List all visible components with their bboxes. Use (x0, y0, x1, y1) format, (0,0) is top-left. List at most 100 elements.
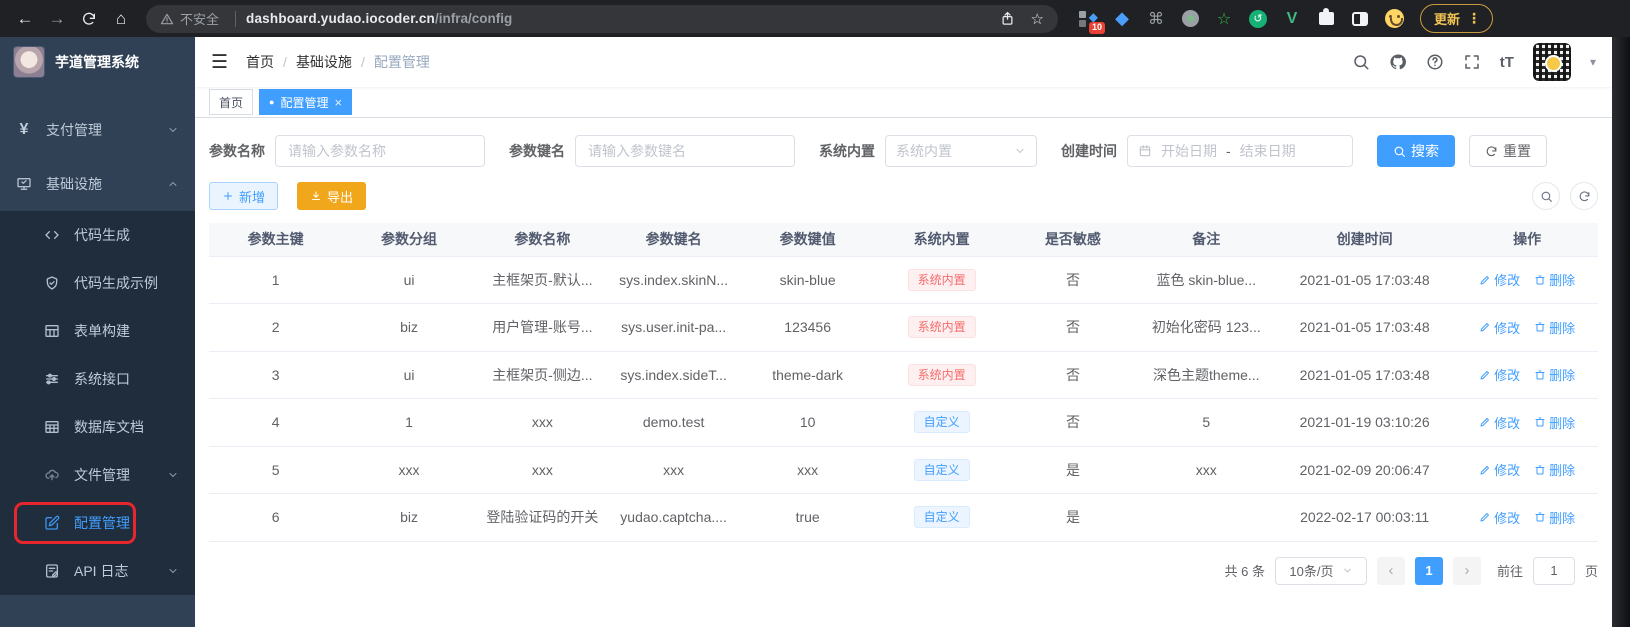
export-button[interactable]: 导出 (297, 182, 367, 210)
security-label[interactable]: 不安全 (180, 9, 219, 28)
address-bar[interactable]: 不安全 dashboard.yudao.iocoder.cn /infra/co… (146, 4, 1058, 33)
col-param-value: 参数键值 (738, 223, 878, 257)
edit-link[interactable]: 修改 (1479, 270, 1520, 289)
start-date-placeholder[interactable]: 开始日期 (1161, 141, 1217, 161)
trash-icon (1535, 275, 1545, 285)
date-range-picker[interactable]: 开始日期 - 结束日期 (1127, 135, 1353, 167)
sidebar-item-api-log[interactable]: API 日志 (0, 547, 195, 595)
edit-link[interactable]: 修改 (1479, 508, 1520, 527)
share-icon[interactable] (1000, 11, 1015, 26)
delete-link[interactable]: 删除 (1534, 270, 1575, 289)
search-button[interactable]: 搜索 (1377, 135, 1455, 167)
side-panel-icon[interactable] (1350, 9, 1370, 29)
command-extension-icon[interactable]: ⌘ (1146, 9, 1166, 29)
page-number-1[interactable]: 1 (1414, 556, 1443, 585)
recorder-extension-icon[interactable] (1180, 9, 1200, 29)
sidebar-collapse-icon[interactable]: ☰ (211, 51, 228, 74)
delete-link[interactable]: 删除 (1534, 365, 1575, 384)
plus-icon (224, 192, 232, 200)
builtin-tag: 系统内置 (907, 363, 976, 386)
profile-avatar-icon[interactable] (1384, 9, 1404, 29)
user-avatar[interactable] (1532, 43, 1571, 81)
prev-page-button[interactable]: ‹ (1376, 556, 1405, 585)
fullscreen-icon[interactable] (1463, 53, 1481, 71)
chrome-update-button[interactable]: 更新 ⋮ (1420, 4, 1494, 33)
browser-home-icon[interactable]: ⌂ (106, 4, 136, 34)
tab-home[interactable]: 首页 (209, 89, 254, 115)
trash-icon (1535, 512, 1545, 522)
builtin-tag: 系统内置 (907, 316, 976, 339)
builtin-select[interactable]: 系统内置 (885, 135, 1037, 167)
breadcrumb-infra[interactable]: 基础设施 (296, 52, 352, 72)
close-tab-icon[interactable]: × (334, 96, 342, 109)
page-size-select[interactable]: 10条/页 (1274, 556, 1367, 585)
browser-reload-icon[interactable] (74, 4, 104, 34)
delete-link[interactable]: 删除 (1534, 460, 1575, 479)
sidebar-item-payment[interactable]: ¥ 支付管理 (0, 103, 195, 157)
not-secure-warning-icon (160, 13, 174, 24)
avatar-caret-icon[interactable]: ▾ (1590, 55, 1596, 69)
chevron-down-icon (1016, 149, 1024, 153)
delete-link[interactable]: 删除 (1534, 318, 1575, 337)
extension-badge: 10 (1088, 21, 1105, 34)
param-key-input[interactable] (575, 135, 795, 167)
devtools-extension-icon[interactable]: ◆ 10 (1078, 9, 1105, 34)
pencil-icon (1480, 370, 1490, 380)
col-param-id: 参数主键 (209, 223, 343, 257)
extensions-puzzle-icon[interactable] (1316, 8, 1336, 29)
sync-extension-icon[interactable]: ↺ (1248, 9, 1268, 29)
edit-link[interactable]: 修改 (1479, 460, 1520, 479)
sidebar-item-db-docs[interactable]: 数据库文档 (0, 403, 195, 451)
refresh-table-button[interactable] (1570, 182, 1598, 210)
trash-icon (1535, 322, 1545, 332)
goto-page-input[interactable] (1532, 556, 1575, 585)
edit-link[interactable]: 修改 (1479, 365, 1520, 384)
help-icon[interactable] (1426, 53, 1444, 71)
kite-extension-icon[interactable]: ◆ (1112, 8, 1132, 29)
breadcrumb-home[interactable]: 首页 (246, 52, 274, 72)
monitor-icon (17, 178, 31, 190)
tab-config-management[interactable]: ● 配置管理 × (259, 89, 353, 115)
reset-button[interactable]: 重置 (1469, 135, 1547, 167)
edit-link[interactable]: 修改 (1479, 318, 1520, 337)
edit-link[interactable]: 修改 (1479, 413, 1520, 432)
refresh-icon (1486, 145, 1497, 156)
end-date-placeholder[interactable]: 结束日期 (1240, 141, 1296, 161)
pencil-icon (1480, 465, 1490, 475)
delete-link[interactable]: 删除 (1534, 508, 1575, 527)
create-time-label: 创建时间 (1061, 143, 1117, 159)
param-name-input[interactable] (275, 135, 485, 167)
sidebar-item-file-management[interactable]: 文件管理 (0, 451, 195, 499)
top-navbar: ☰ 首页 / 基础设施 / 配置管理 tT ▾ (195, 37, 1612, 87)
sidebar-item-infrastructure[interactable]: 基础设施 (0, 157, 195, 211)
code-icon (45, 231, 59, 239)
delete-link[interactable]: 删除 (1534, 413, 1575, 432)
add-button[interactable]: 新增 (209, 182, 279, 210)
browser-back-icon[interactable]: ← (10, 4, 40, 34)
bookmark-star-icon[interactable]: ☆ (1031, 10, 1044, 28)
search-icon (1541, 191, 1552, 202)
sidebar-item-form-builder[interactable]: 表单构建 (0, 307, 195, 355)
custom-tag: 自定义 (913, 506, 970, 529)
refresh-icon (1579, 190, 1589, 201)
font-size-icon[interactable]: tT (1500, 54, 1514, 71)
shield-check-icon (46, 276, 58, 290)
cloud-upload-icon (45, 469, 59, 481)
col-param-name: 参数名称 (475, 223, 610, 257)
star-extension-icon[interactable]: ☆ (1214, 9, 1234, 29)
col-sensitive: 是否敏感 (1006, 223, 1140, 257)
sidebar-item-config-management[interactable]: 配置管理 (0, 499, 195, 547)
sidebar-item-code-generation[interactable]: 代码生成 (0, 211, 195, 259)
table-row: 5 xxx xxx xxx xxx 自定义 是 xxx 2021-02-09 2… (209, 446, 1598, 494)
search-icon[interactable] (1352, 53, 1370, 71)
sidebar-item-code-demo[interactable]: 代码生成示例 (0, 259, 195, 307)
browser-forward-icon[interactable]: → (42, 4, 72, 34)
github-icon[interactable] (1389, 53, 1407, 71)
pencil-icon (1480, 323, 1490, 332)
next-page-button[interactable]: › (1452, 556, 1481, 585)
vue-devtools-icon[interactable]: V (1282, 9, 1302, 29)
toggle-search-button[interactable] (1532, 182, 1560, 210)
browser-menu-icon[interactable]: ⋮ (1467, 10, 1482, 27)
sidebar-item-system-api[interactable]: 系统接口 (0, 355, 195, 403)
extension-area: ◆ 10 ◆ ⌘ ☆ ↺ V (1078, 8, 1404, 34)
